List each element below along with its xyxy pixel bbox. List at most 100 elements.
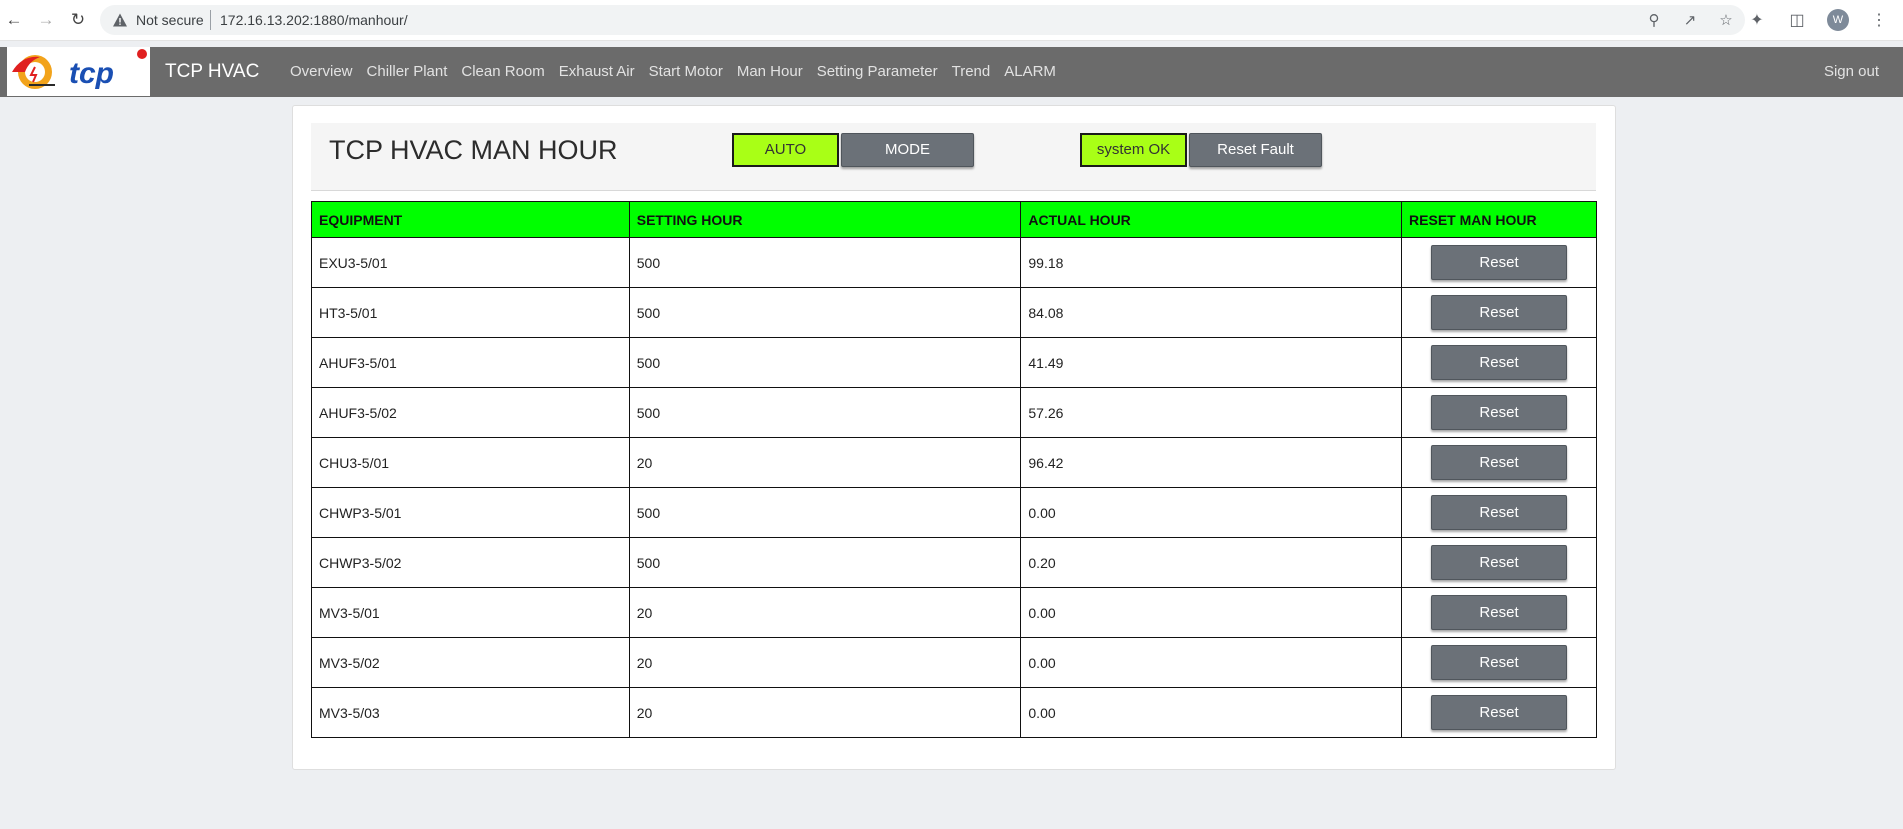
- reset-button[interactable]: Reset: [1431, 695, 1568, 730]
- actual-hour-cell: 57.26: [1020, 387, 1403, 438]
- actual-hour-cell: 0.20: [1020, 537, 1403, 588]
- divider: [210, 10, 211, 30]
- reset-button[interactable]: Reset: [1431, 345, 1568, 380]
- setting-hour-cell: 500: [628, 287, 1022, 338]
- profile-avatar[interactable]: W: [1827, 9, 1849, 31]
- equipment-cell: CHU3-5/01: [311, 437, 630, 488]
- reset-button[interactable]: Reset: [1431, 645, 1568, 680]
- auto-indicator: AUTO: [732, 133, 839, 167]
- system-status-indicator: system OK: [1080, 133, 1187, 167]
- panel-header: TCP HVAC MAN HOUR AUTO MODE system OK Re…: [311, 123, 1596, 191]
- column-header-setting-hour: SETTING HOUR: [628, 201, 1022, 238]
- actual-hour-cell: 0.00: [1020, 487, 1403, 538]
- nav-overview[interactable]: Overview: [290, 63, 353, 80]
- nav-man-hour[interactable]: Man Hour: [737, 63, 803, 80]
- equipment-cell: CHWP3-5/01: [311, 487, 630, 538]
- nav-start-motor[interactable]: Start Motor: [649, 63, 723, 80]
- table-row: MV3-5/02 20 0.00 Reset: [311, 637, 1597, 688]
- setting-hour-cell: 20: [628, 437, 1022, 488]
- setting-hour-cell: 500: [628, 537, 1022, 588]
- column-header-reset: RESET MAN HOUR: [1401, 201, 1597, 238]
- equipment-cell: MV3-5/01: [311, 587, 630, 638]
- sign-out-link[interactable]: Sign out: [1824, 63, 1879, 80]
- setting-hour-cell: 500: [628, 337, 1022, 388]
- equipment-cell: AHUF3-5/02: [311, 387, 630, 438]
- extensions-icon[interactable]: ✦: [1747, 10, 1767, 30]
- reset-cell: Reset: [1401, 587, 1597, 638]
- man-hour-panel: TCP HVAC MAN HOUR AUTO MODE system OK Re…: [292, 105, 1616, 770]
- reset-button[interactable]: Reset: [1431, 395, 1568, 430]
- back-icon[interactable]: ←: [3, 9, 25, 31]
- setting-hour-cell: 500: [628, 387, 1022, 438]
- actual-hour-cell: 0.00: [1020, 587, 1403, 638]
- reset-fault-button[interactable]: Reset Fault: [1189, 133, 1322, 167]
- warning-icon: [113, 13, 127, 27]
- column-header-equipment: EQUIPMENT: [311, 201, 630, 238]
- equipment-cell: CHWP3-5/02: [311, 537, 630, 588]
- nav-alarm[interactable]: ALARM: [1004, 63, 1056, 80]
- reset-button[interactable]: Reset: [1431, 295, 1568, 330]
- security-label: Not secure: [136, 12, 204, 28]
- setting-hour-cell: 20: [628, 687, 1022, 738]
- star-icon[interactable]: ☆: [1717, 10, 1735, 30]
- main-menu: Overview Chiller Plant Clean Room Exhaus…: [290, 63, 1056, 80]
- menu-icon[interactable]: ⋮: [1869, 10, 1889, 30]
- actual-hour-cell: 0.00: [1020, 637, 1403, 688]
- reset-cell: Reset: [1401, 287, 1597, 338]
- reload-icon[interactable]: ↻: [67, 9, 89, 31]
- equipment-cell: MV3-5/03: [311, 687, 630, 738]
- table-row: MV3-5/01 20 0.00 Reset: [311, 587, 1597, 638]
- nav-clean-room[interactable]: Clean Room: [461, 63, 544, 80]
- nav-exhaust-air[interactable]: Exhaust Air: [559, 63, 635, 80]
- setting-hour-cell: 500: [628, 237, 1022, 288]
- brand-title[interactable]: TCP HVAC: [165, 61, 259, 83]
- reset-cell: Reset: [1401, 487, 1597, 538]
- equipment-cell: EXU3-5/01: [311, 237, 630, 288]
- equipment-cell: AHUF3-5/01: [311, 337, 630, 388]
- nav-setting-parameter[interactable]: Setting Parameter: [817, 63, 938, 80]
- table-row: AHUF3-5/02 500 57.26 Reset: [311, 387, 1597, 438]
- reset-cell: Reset: [1401, 437, 1597, 488]
- nav-trend[interactable]: Trend: [952, 63, 991, 80]
- actual-hour-cell: 0.00: [1020, 687, 1403, 738]
- reset-cell: Reset: [1401, 637, 1597, 688]
- mode-button[interactable]: MODE: [841, 133, 974, 167]
- side-panel-icon[interactable]: ◫: [1787, 10, 1807, 30]
- tcp-logo: tcp: [7, 47, 150, 96]
- zoom-icon[interactable]: ⚲: [1645, 10, 1663, 30]
- table-row: CHWP3-5/02 500 0.20 Reset: [311, 537, 1597, 588]
- equipment-cell: MV3-5/02: [311, 637, 630, 688]
- nav-chiller-plant[interactable]: Chiller Plant: [367, 63, 448, 80]
- reset-button[interactable]: Reset: [1431, 495, 1568, 530]
- reset-cell: Reset: [1401, 537, 1597, 588]
- actual-hour-cell: 96.42: [1020, 437, 1403, 488]
- reset-cell: Reset: [1401, 237, 1597, 288]
- man-hour-table: EQUIPMENT SETTING HOUR ACTUAL HOUR RESET…: [311, 201, 1597, 738]
- actual-hour-cell: 41.49: [1020, 337, 1403, 388]
- table-row: EXU3-5/01 500 99.18 Reset: [311, 237, 1597, 288]
- actual-hour-cell: 99.18: [1020, 237, 1403, 288]
- table-row: HT3-5/01 500 84.08 Reset: [311, 287, 1597, 338]
- url-text[interactable]: 172.16.13.202:1880/manhour/: [220, 12, 408, 28]
- table-row: AHUF3-5/01 500 41.49 Reset: [311, 337, 1597, 388]
- table-header-row: EQUIPMENT SETTING HOUR ACTUAL HOUR RESET…: [311, 201, 1597, 238]
- browser-toolbar: ← → ↻ Not secure 172.16.13.202:1880/manh…: [0, 0, 1903, 41]
- reset-button[interactable]: Reset: [1431, 245, 1568, 280]
- reset-cell: Reset: [1401, 387, 1597, 438]
- share-icon[interactable]: ↗: [1681, 10, 1699, 30]
- reset-cell: Reset: [1401, 687, 1597, 738]
- reset-button[interactable]: Reset: [1431, 595, 1568, 630]
- reset-button[interactable]: Reset: [1431, 545, 1568, 580]
- column-header-actual-hour: ACTUAL HOUR: [1020, 201, 1403, 238]
- app-navbar: tcp TCP HVAC Overview Chiller Plant Clea…: [0, 47, 1903, 97]
- address-bar[interactable]: Not secure 172.16.13.202:1880/manhour/ ⚲…: [100, 5, 1745, 35]
- setting-hour-cell: 20: [628, 637, 1022, 688]
- table-row: MV3-5/03 20 0.00 Reset: [311, 687, 1597, 738]
- actual-hour-cell: 84.08: [1020, 287, 1403, 338]
- setting-hour-cell: 20: [628, 587, 1022, 638]
- reset-button[interactable]: Reset: [1431, 445, 1568, 480]
- setting-hour-cell: 500: [628, 487, 1022, 538]
- page-title: TCP HVAC MAN HOUR: [329, 135, 618, 165]
- forward-icon[interactable]: →: [35, 9, 57, 31]
- equipment-cell: HT3-5/01: [311, 287, 630, 338]
